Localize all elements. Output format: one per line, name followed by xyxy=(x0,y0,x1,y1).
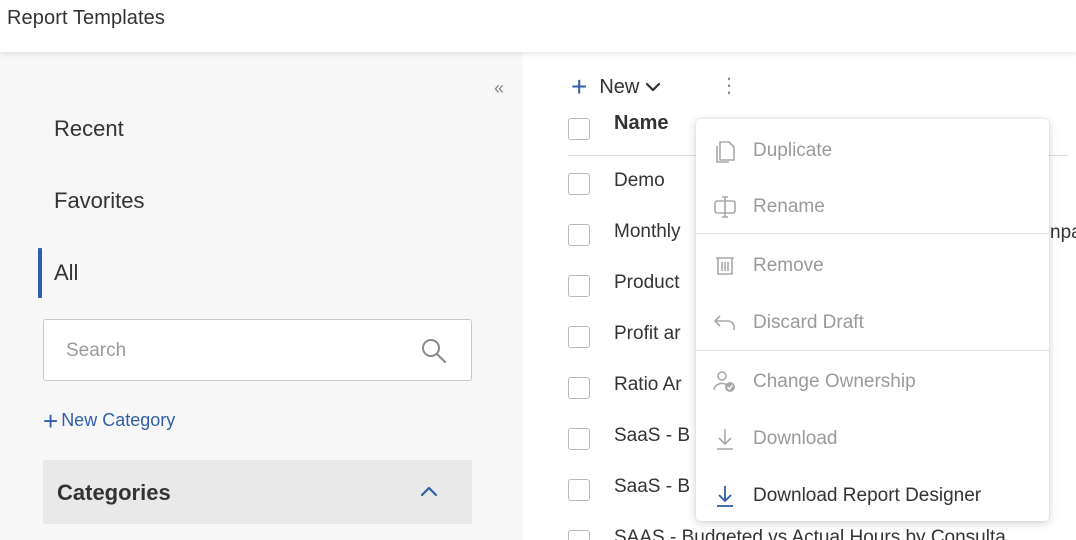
plus-icon: + xyxy=(571,71,588,102)
row-checkbox[interactable] xyxy=(568,326,590,348)
context-menu: Duplicate Rename Remove Discard Draft Ch… xyxy=(696,119,1049,521)
menu-item-label: Download Report Designer xyxy=(753,485,982,506)
active-indicator xyxy=(38,248,42,298)
categories-section-header[interactable]: Categories xyxy=(43,460,472,524)
undo-arrow-icon xyxy=(714,315,735,330)
download-icon xyxy=(717,429,733,450)
menu-item-remove[interactable]: Remove xyxy=(696,241,1049,289)
row-checkbox[interactable] xyxy=(568,377,590,399)
row-checkbox[interactable] xyxy=(568,173,590,195)
menu-item-duplicate[interactable]: Duplicate xyxy=(696,126,1049,174)
row-name[interactable]: SaaS - B xyxy=(614,476,690,498)
menu-item-download[interactable]: Download xyxy=(696,414,1049,462)
sidebar-item-recent[interactable]: Recent xyxy=(54,116,124,142)
sidebar-item-all[interactable]: All xyxy=(54,260,78,286)
plus-icon: + xyxy=(43,405,59,436)
copy-icon xyxy=(716,141,735,163)
row-name[interactable]: Monthly xyxy=(614,221,681,243)
row-name-overflow: npa xyxy=(1050,222,1076,243)
collapse-sidebar-button[interactable]: « xyxy=(494,78,504,99)
chevron-up-icon xyxy=(420,486,438,497)
categories-label: Categories xyxy=(57,480,171,505)
menu-divider xyxy=(696,350,1049,351)
row-name[interactable]: Demo xyxy=(614,170,665,192)
rename-cursor-icon xyxy=(714,196,736,218)
name-column-header[interactable]: Name xyxy=(614,112,668,135)
new-category-label: New Category xyxy=(61,410,176,430)
search-input[interactable] xyxy=(66,337,406,365)
row-checkbox[interactable] xyxy=(568,275,590,297)
menu-item-label: Rename xyxy=(753,196,825,217)
row-name[interactable]: SAAS - Budgeted vs Actual Hours by Consu… xyxy=(614,527,1006,540)
page-title: Report Templates xyxy=(7,7,165,29)
row-name[interactable]: SaaS - B xyxy=(614,425,690,447)
trash-icon xyxy=(716,257,734,275)
chevron-down-icon xyxy=(646,82,661,92)
download-icon xyxy=(717,486,733,507)
sidebar-item-favorites[interactable]: Favorites xyxy=(54,188,144,214)
menu-item-change-ownership[interactable]: Change Ownership xyxy=(696,357,1049,405)
new-button[interactable]: + New xyxy=(571,71,661,102)
more-options-icon[interactable]: ⋮ xyxy=(719,74,739,98)
row-name[interactable]: Ratio Ar xyxy=(614,374,682,396)
menu-item-rename[interactable]: Rename xyxy=(696,182,1049,230)
page-header: Report Templates xyxy=(0,0,1076,52)
search-icon[interactable] xyxy=(420,337,448,365)
select-all-checkbox[interactable] xyxy=(568,118,590,140)
row-checkbox[interactable] xyxy=(568,479,590,501)
row-checkbox[interactable] xyxy=(568,530,590,540)
search-box xyxy=(43,319,472,381)
menu-item-label: Discard Draft xyxy=(753,312,864,333)
row-name[interactable]: Product xyxy=(614,272,679,294)
menu-item-download-report-designer[interactable]: Download Report Designer xyxy=(696,471,1049,519)
row-name[interactable]: Profit ar xyxy=(614,323,681,345)
new-category-link[interactable]: + New Category xyxy=(43,405,176,436)
menu-item-label: Remove xyxy=(753,255,824,276)
sidebar: « Recent Favorites All + New Category Ca… xyxy=(0,52,523,540)
menu-item-label: Duplicate xyxy=(753,140,833,161)
change-owner-icon xyxy=(713,371,735,392)
row-checkbox[interactable] xyxy=(568,224,590,246)
menu-item-discard-draft[interactable]: Discard Draft xyxy=(696,298,1049,346)
row-checkbox[interactable] xyxy=(568,428,590,450)
menu-item-label: Change Ownership xyxy=(753,371,916,392)
menu-divider xyxy=(696,233,1049,234)
menu-item-label: Download xyxy=(753,428,838,449)
new-button-label: New xyxy=(599,75,640,98)
table-row[interactable]: SAAS - Budgeted vs Actual Hours by Consu… xyxy=(568,526,1076,540)
